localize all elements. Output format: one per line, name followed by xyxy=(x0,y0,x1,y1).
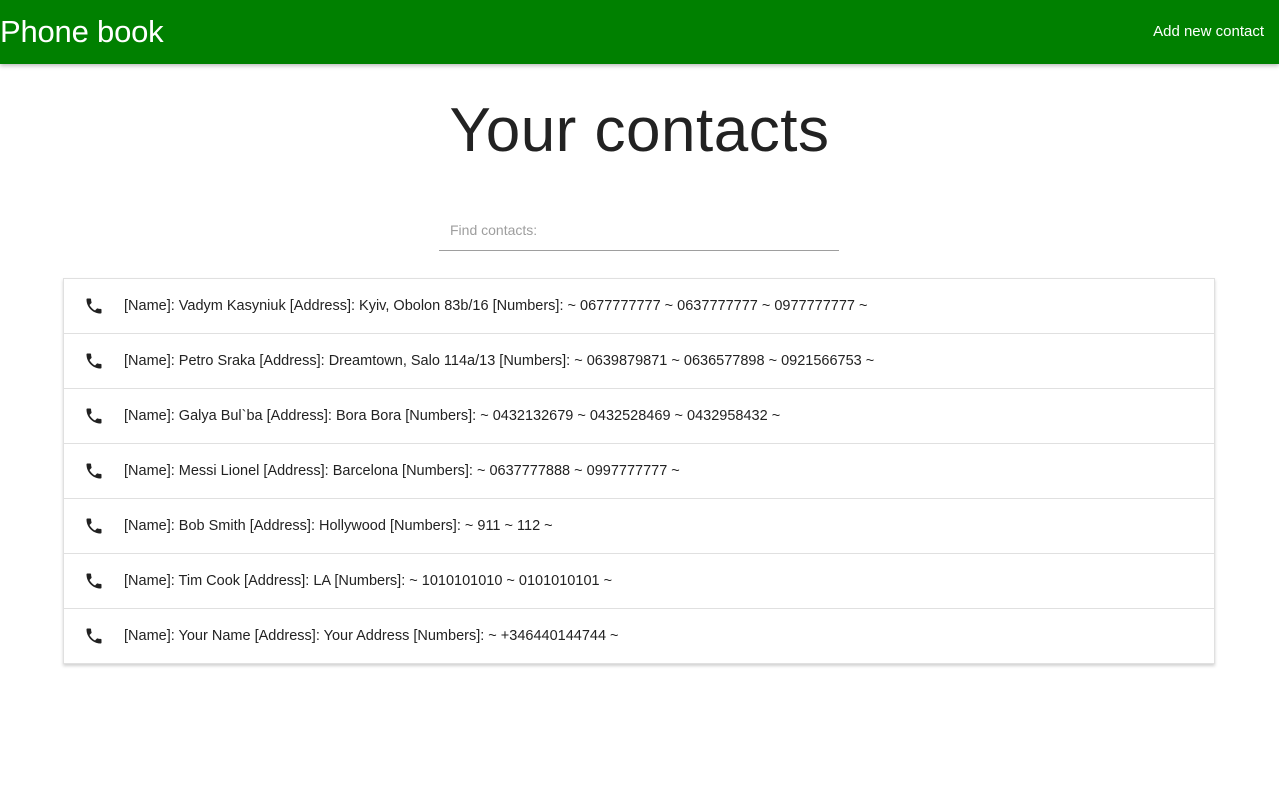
contacts-list: [Name]: Vadym Kasyniuk [Address]: Kyiv, … xyxy=(63,278,1215,664)
contact-details: [Name]: Petro Sraka [Address]: Dreamtown… xyxy=(124,353,875,369)
top-navbar: Phone book Add new contact xyxy=(0,0,1279,64)
phone-icon xyxy=(86,573,102,589)
contact-list-item[interactable]: [Name]: Tim Cook [Address]: LA [Numbers]… xyxy=(64,554,1214,609)
contact-details: [Name]: Galya Bul`ba [Address]: Bora Bor… xyxy=(124,408,781,424)
phone-icon xyxy=(86,628,102,644)
contact-list-item[interactable]: [Name]: Vadym Kasyniuk [Address]: Kyiv, … xyxy=(64,279,1214,334)
search-field xyxy=(439,210,839,251)
phone-icon xyxy=(86,408,102,424)
contact-details: [Name]: Your Name [Address]: Your Addres… xyxy=(124,628,619,644)
phone-icon xyxy=(86,353,102,369)
phone-icon xyxy=(86,298,102,314)
contact-list-item[interactable]: [Name]: Messi Lionel [Address]: Barcelon… xyxy=(64,444,1214,499)
add-new-contact-link[interactable]: Add new contact xyxy=(1153,22,1264,42)
contact-details: [Name]: Messi Lionel [Address]: Barcelon… xyxy=(124,463,680,479)
contact-details: [Name]: Vadym Kasyniuk [Address]: Kyiv, … xyxy=(124,298,868,314)
search-input[interactable] xyxy=(439,210,839,250)
page-title: Your contacts xyxy=(449,96,830,165)
phone-icon xyxy=(86,463,102,479)
contact-list-item[interactable]: [Name]: Bob Smith [Address]: Hollywood [… xyxy=(64,499,1214,554)
brand-logo-link[interactable]: Phone book xyxy=(0,13,164,51)
contact-details: [Name]: Tim Cook [Address]: LA [Numbers]… xyxy=(124,573,613,589)
contact-list-item[interactable]: [Name]: Petro Sraka [Address]: Dreamtown… xyxy=(64,334,1214,389)
contact-list-item[interactable]: [Name]: Galya Bul`ba [Address]: Bora Bor… xyxy=(64,389,1214,444)
contact-list-item[interactable]: [Name]: Your Name [Address]: Your Addres… xyxy=(64,609,1214,663)
phone-icon xyxy=(86,518,102,534)
contact-details: [Name]: Bob Smith [Address]: Hollywood [… xyxy=(124,518,553,534)
